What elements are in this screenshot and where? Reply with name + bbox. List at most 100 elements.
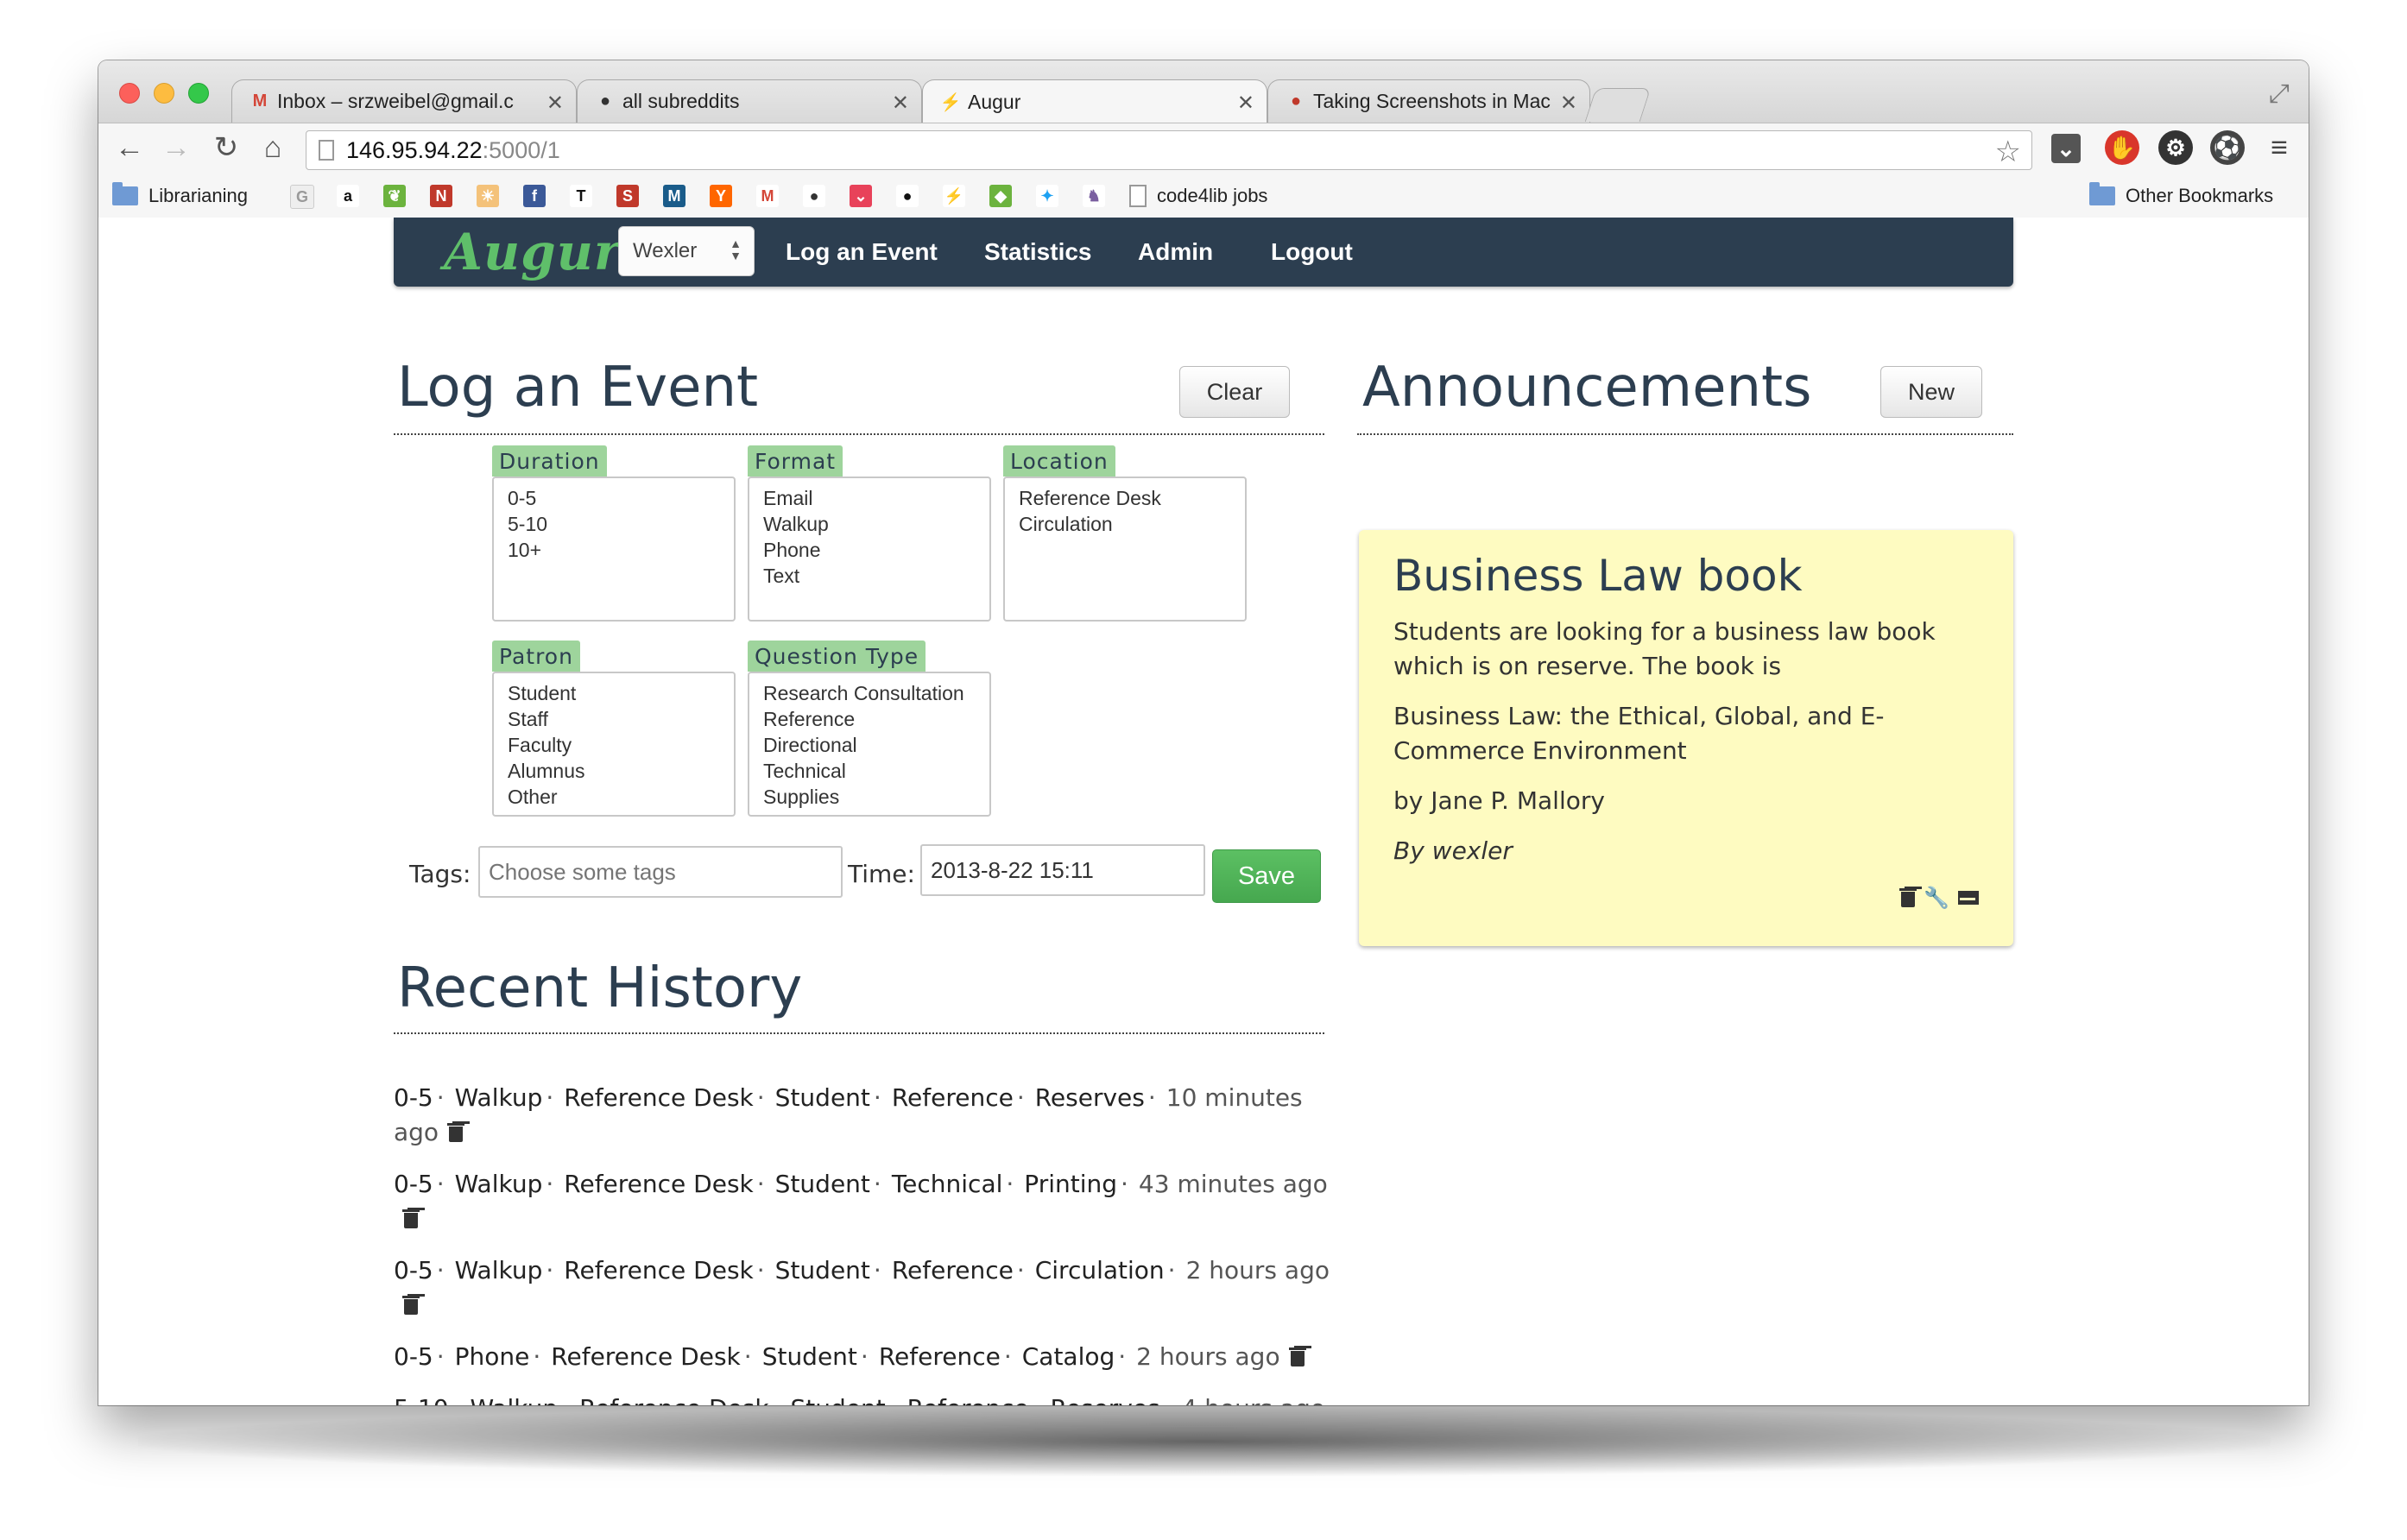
evernote-icon[interactable]: ◆ [989,185,1012,207]
bookmark-folder-other[interactable]: Other Bookmarks [2089,181,2273,211]
format-option[interactable]: Text [763,563,989,589]
amazon-icon[interactable]: a [337,185,359,207]
menu-icon[interactable]: ≡ [2262,130,2296,165]
wrench-icon[interactable]: 🔧 [1924,886,1949,910]
soccer-ball-icon[interactable]: ⚽ [2210,130,2245,165]
adblock-icon[interactable]: ✋ [2105,130,2139,165]
question-type-option[interactable]: Supplies [763,784,989,810]
format-select[interactable]: Email Walkup Phone Text [748,477,991,622]
forward-icon[interactable]: → [159,130,193,165]
separator: · [1147,1083,1156,1112]
tab-title: all subreddits [622,90,740,112]
tab-gmail[interactable]: M Inbox – srzweibel@gmail.c ✕ [231,79,577,123]
patron-option[interactable]: Staff [508,706,734,732]
pocket-bookmark-icon[interactable]: ⌄ [850,185,872,207]
save-button[interactable]: Save [1212,849,1321,903]
location-option[interactable]: Circulation [1019,511,1245,537]
trash-icon[interactable] [1899,888,1917,907]
patron-select[interactable]: Student Staff Faculty Alumnus Other [492,672,736,817]
hacker-news-icon[interactable]: Y [710,185,732,207]
separator: · [1121,1170,1128,1198]
netflix-icon[interactable]: N [430,185,452,207]
goodreads-icon[interactable]: G [290,185,314,209]
minimize-window-button[interactable] [154,83,174,104]
close-tab-icon[interactable]: ✕ [546,91,564,116]
facebook-icon[interactable]: f [523,185,546,207]
location-option[interactable]: Reference Desk [1019,485,1245,511]
back-icon[interactable]: ← [112,130,147,165]
location-select[interactable]: Reference Desk Circulation [1003,477,1247,622]
trash-icon[interactable] [402,1209,420,1228]
window-shadow [138,1407,2271,1476]
reddit-bookmark-icon[interactable]: ● [803,185,825,207]
url-host: 146.95.94.22 [346,136,483,163]
bookmark-folder-librarianing[interactable]: Librarianing [112,181,248,211]
question-type-option[interactable]: Technical [763,758,989,784]
duration-option[interactable]: 0-5 [508,485,734,511]
duration-select[interactable]: 0-5 5-10 10+ [492,477,736,622]
nav-logout[interactable]: Logout [1271,238,1353,266]
new-announcement-button[interactable]: New [1880,366,1982,418]
close-tab-icon[interactable]: ✕ [892,91,909,116]
question-type-select[interactable]: Research Consultation Reference Directio… [748,672,991,817]
home-icon[interactable]: ⌂ [256,130,290,165]
bookmark-star-icon[interactable]: ☆ [1995,135,2021,169]
close-tab-icon[interactable]: ✕ [1237,91,1254,116]
question-type-option[interactable]: Directional [763,732,989,758]
patron-option[interactable]: Student [508,680,734,706]
misc-bookmark-icon[interactable]: ♞ [1083,185,1105,207]
trash-icon[interactable] [402,1296,420,1315]
patron-option[interactable]: Alumnus [508,758,734,784]
tags-input[interactable] [478,846,843,898]
address-bar[interactable]: 146.95.94.22:5000/1 ☆ [306,130,2032,170]
zoom-window-button[interactable] [188,83,209,104]
question-type-label: Question Type [748,641,926,672]
tab-augur[interactable]: ⚡ Augur ✕ [922,79,1267,124]
trash-icon[interactable] [1288,1348,1306,1366]
apple-icon: ● [1290,92,1302,110]
gmail-bookmark-icon[interactable]: M [756,185,779,207]
note-actions: 🔧 [1899,886,1979,910]
slate-icon[interactable]: S [616,185,639,207]
time-input[interactable]: 2013-8-22 15:11 [920,844,1205,896]
separator: · [860,1342,869,1371]
patron-option[interactable]: Faculty [508,732,734,758]
twitter-icon[interactable]: ✦ [1036,185,1058,207]
close-window-button[interactable] [119,83,140,104]
clear-button[interactable]: Clear [1179,366,1290,418]
site-select[interactable]: Wexler ▲ ▼ [618,226,755,276]
format-option[interactable]: Walkup [763,511,989,537]
augur-logo[interactable]: Augur [444,223,621,281]
duration-option[interactable]: 5-10 [508,511,734,537]
history-field: Walkup [470,1394,558,1405]
weather-icon[interactable]: ☀ [477,185,499,207]
reload-icon[interactable]: ↻ [209,130,243,165]
trash-icon[interactable] [447,1123,465,1142]
leaf-icon[interactable]: ❦ [383,185,406,207]
tab-screenshots[interactable]: ● Taking Screenshots in Mac ✕ [1267,79,1590,123]
patron-option[interactable]: Other [508,784,734,810]
tab-reddit[interactable]: ● all subreddits ✕ [577,79,922,123]
close-tab-icon[interactable]: ✕ [1560,91,1577,116]
mefi-icon[interactable]: M [663,185,685,207]
nav-statistics[interactable]: Statistics [984,238,1092,266]
format-option[interactable]: Email [763,485,989,511]
app-navbar: Augur Wexler ▲ ▼ Log an Event Statistics … [394,218,2013,287]
nav-admin[interactable]: Admin [1138,238,1213,266]
history-field: Reserves [1051,1394,1160,1405]
nav-log-event[interactable]: Log an Event [786,238,938,266]
format-option[interactable]: Phone [763,537,989,563]
duration-option[interactable]: 10+ [508,537,734,563]
github-icon[interactable]: ● [896,185,919,207]
settings-extension-icon[interactable]: ⚙ [2158,130,2193,165]
augur-bookmark-icon[interactable]: ⚡ [943,185,965,207]
bookmark-code4lib[interactable]: code4lib jobs [1129,181,1267,211]
new-tab-button[interactable] [1584,88,1652,122]
question-type-option[interactable]: Reference [763,706,989,732]
nytimes-icon[interactable]: T [570,185,592,207]
question-type-option[interactable]: Research Consultation [763,680,989,706]
envelope-icon[interactable] [1958,891,1979,905]
pocket-icon[interactable]: ⌄ [2051,134,2081,163]
history-field: 5-10 [394,1394,449,1405]
fullscreen-icon[interactable]: ⤢ [2269,79,2290,109]
